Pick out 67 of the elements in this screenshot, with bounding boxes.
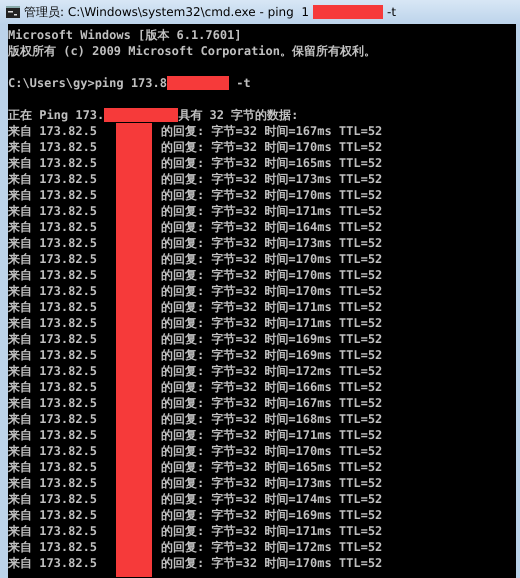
reply-source: 来自 173.82.5 — [8, 347, 98, 363]
reply-line: 的回复: 字节=32 时间=171ms TTL=52 — [161, 523, 384, 539]
reply-source: 来自 173.82.5 — [8, 315, 98, 331]
reply-source: 来自 173.82.5 — [8, 411, 98, 427]
reply-line: 的回复: 字节=32 时间=170ms TTL=52 — [161, 267, 384, 283]
reply-line: 的回复: 字节=32 时间=169ms TTL=52 — [161, 331, 384, 347]
window-title: -t — [387, 5, 396, 19]
reply-line: 的回复: 字节=32 时间=167ms TTL=52 — [161, 395, 384, 411]
reply-source: 来自 173.82.5 — [8, 139, 98, 155]
reply-line: 的回复: 字节=32 时间=166ms TTL=52 — [161, 379, 384, 395]
reply-source: 来自 173.82.5 — [8, 187, 98, 203]
reply-source: 来自 173.82.5 — [8, 155, 98, 171]
reply-line: 的回复: 字节=32 时间=172ms TTL=52 — [161, 363, 384, 379]
reply-source: 来自 173.82.5 — [8, 507, 98, 523]
console-line: 版权所有 (c) 2009 Microsoft Corporation。保留所有权利。 — [8, 43, 376, 59]
window-title: 管理员: C:\Windows\system32\cmd.exe - ping 1 — [24, 4, 310, 20]
command-text: -t — [235, 75, 251, 91]
reply-source: 来自 173.82.5 — [8, 203, 98, 219]
redaction-bar — [166, 76, 229, 90]
reply-line: 的回复: 字节=32 时间=165ms TTL=52 — [161, 155, 384, 171]
reply-line: 的回复: 字节=32 时间=170ms TTL=52 — [161, 283, 384, 299]
command-line: C:\Users\gy>ping 173.8 — [8, 75, 167, 91]
reply-line: 的回复: 字节=32 时间=169ms TTL=52 — [161, 347, 384, 363]
reply-line: 的回复: 字节=32 时间=170ms TTL=52 — [161, 555, 384, 571]
reply-source: 来自 173.82.5 — [8, 283, 98, 299]
reply-source: 来自 173.82.5 — [8, 523, 98, 539]
reply-line: 的回复: 字节=32 时间=164ms TTL=52 — [161, 219, 384, 235]
reply-source: 来自 173.82.5 — [8, 443, 98, 459]
reply-line: 的回复: 字节=32 时间=173ms TTL=52 — [161, 171, 384, 187]
reply-source: 来自 173.82.5 — [8, 299, 98, 315]
reply-line: 的回复: 字节=32 时间=173ms TTL=52 — [161, 475, 384, 491]
reply-line: 的回复: 字节=32 时间=170ms TTL=52 — [161, 443, 384, 459]
reply-source: 来自 173.82.5 — [8, 331, 98, 347]
reply-source: 来自 173.82.5 — [8, 251, 98, 267]
reply-line: 的回复: 字节=32 时间=172ms TTL=52 — [161, 539, 384, 555]
reply-line: 的回复: 字节=32 时间=168ms TTL=52 — [161, 411, 384, 427]
reply-source: 来自 173.82.5 — [8, 379, 98, 395]
reply-source: 来自 173.82.5 — [8, 235, 98, 251]
console-line: Microsoft Windows [版本 6.1.7601] — [8, 27, 242, 43]
reply-line: 的回复: 字节=32 时间=167ms TTL=52 — [161, 123, 384, 139]
reply-line: 的回复: 字节=32 时间=170ms TTL=52 — [161, 139, 384, 155]
reply-line: 的回复: 字节=32 时间=165ms TTL=52 — [161, 459, 384, 475]
console-icon — [6, 6, 20, 18]
reply-source: 来自 173.82.5 — [8, 171, 98, 187]
reply-source: 来自 173.82.5 — [8, 395, 98, 411]
reply-source: 来自 173.82.5 — [8, 267, 98, 283]
reply-source: 来自 173.82.5 — [8, 219, 98, 235]
reply-source: 来自 173.82.5 — [8, 555, 98, 571]
reply-line: 的回复: 字节=32 时间=173ms TTL=52 — [161, 235, 384, 251]
reply-line: 的回复: 字节=32 时间=170ms TTL=52 — [161, 187, 384, 203]
reply-line: 的回复: 字节=32 时间=171ms TTL=52 — [161, 427, 384, 443]
console-line: 正在 Ping 173. — [8, 107, 104, 123]
reply-source: 来自 173.82.5 — [8, 459, 98, 475]
reply-line: 的回复: 字节=32 时间=169ms TTL=52 — [161, 507, 384, 523]
reply-source: 来自 173.82.5 — [8, 427, 98, 443]
console-line: 具有 32 字节的数据: — [178, 107, 298, 123]
reply-line: 的回复: 字节=32 时间=170ms TTL=52 — [161, 251, 384, 267]
reply-source: 来自 173.82.5 — [8, 363, 98, 379]
reply-source: 来自 173.82.5 — [8, 539, 98, 555]
reply-line: 的回复: 字节=32 时间=171ms TTL=52 — [161, 315, 384, 331]
reply-source: 来自 173.82.5 — [8, 491, 98, 507]
reply-line: 的回复: 字节=32 时间=171ms TTL=52 — [161, 203, 384, 219]
reply-line: 的回复: 字节=32 时间=171ms TTL=52 — [161, 299, 384, 315]
reply-line: 的回复: 字节=32 时间=174ms TTL=52 — [161, 491, 384, 507]
redaction-bar — [313, 5, 384, 19]
reply-source: 来自 173.82.5 — [8, 123, 98, 139]
reply-source: 来自 173.82.5 — [8, 475, 98, 491]
